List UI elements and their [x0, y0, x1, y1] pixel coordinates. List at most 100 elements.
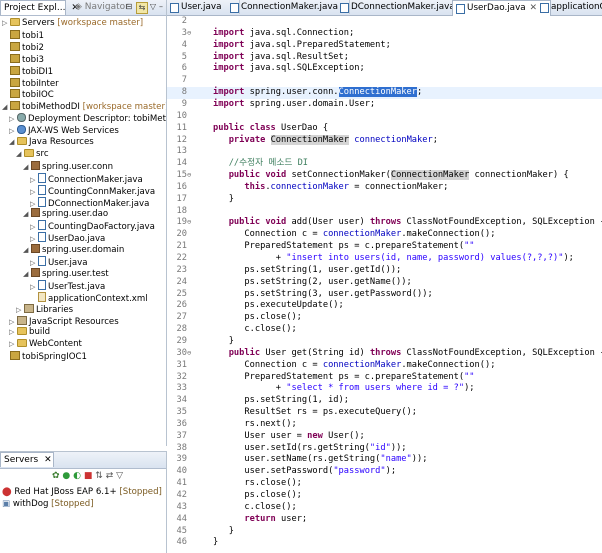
tree-item[interactable]: ◢ tobiMethodDI [workspace master]: [2, 101, 166, 113]
code-line[interactable]: 36 rs.next();: [167, 419, 602, 431]
code-line[interactable]: 27 ps.close();: [167, 312, 602, 324]
code-line[interactable]: 24 ps.setString(2, user.getName());: [167, 277, 602, 289]
code-line[interactable]: 26 ps.executeUpdate();: [167, 300, 602, 312]
code-line[interactable]: 16 this.connectionMaker = connectionMake…: [167, 182, 602, 194]
code-line[interactable]: 44 return user;: [167, 514, 602, 526]
code-line[interactable]: 32 PreparedStatement ps = c.prepareState…: [167, 372, 602, 384]
code-line[interactable]: 35 ResultSet rs = ps.executeQuery();: [167, 407, 602, 419]
tree-item[interactable]: ▷ CountingConnMaker.java: [30, 184, 155, 197]
tree-item[interactable]: ▷ CountingDaoFactory.java: [30, 220, 155, 232]
tree-item[interactable]: ▷ Libraries: [16, 303, 73, 316]
code-line[interactable]: 8 import spring.user.conn.ConnectionMaker…: [167, 87, 602, 99]
code-line[interactable]: 18: [167, 206, 602, 218]
view-menu-icon[interactable]: ▽: [116, 471, 123, 481]
tree-item[interactable]: ▷ DConnectionMaker.java: [30, 196, 149, 209]
tree-item[interactable]: applicationContext.xml: [30, 291, 148, 304]
fold-toggle-icon[interactable]: ⊖: [187, 28, 197, 40]
server-item[interactable]: ▣ withDog [Stopped]: [2, 498, 94, 510]
code-line[interactable]: 10: [167, 111, 602, 123]
code-line[interactable]: 12 private ConnectionMaker connectionMak…: [167, 134, 602, 147]
code-line[interactable]: 39 user.setName(rs.getString("name"));: [167, 454, 602, 466]
close-icon[interactable]: ✕: [44, 455, 52, 465]
code-line[interactable]: 9 import spring.user.domain.User;: [167, 99, 602, 111]
code-line[interactable]: 30 ⊖ public User get(String id) throws Cl…: [167, 348, 602, 360]
minimize-icon[interactable]: –: [156, 2, 166, 12]
collapsed-arrow-icon[interactable]: ▷: [2, 18, 10, 29]
expanded-arrow-icon[interactable]: ◢: [23, 245, 31, 256]
server-item[interactable]: ⬤ Red Hat JBoss EAP 6.1+ [Stopped]: [2, 486, 162, 498]
fold-toggle-icon[interactable]: ⊖: [187, 348, 197, 360]
tree-item[interactable]: ▷ WebContent: [9, 339, 82, 350]
tree-item[interactable]: ◢ Java Resources: [9, 137, 94, 148]
tree-item[interactable]: tobi2: [2, 41, 44, 53]
debug-icon[interactable]: ✿: [52, 471, 60, 481]
code-line[interactable]: 23 ps.setString(1, user.getId());: [167, 265, 602, 277]
tab-navigator[interactable]: ◈ Navigator: [72, 0, 129, 14]
code-line[interactable]: 29 }: [167, 336, 602, 348]
tree-item[interactable]: tobi3: [2, 53, 44, 65]
code-line[interactable]: 19 ⊖ public void add(User user) throws Cl…: [167, 217, 602, 229]
code-line[interactable]: 6 import java.sql.SQLException;: [167, 63, 602, 75]
disconnect-icon[interactable]: ⇄: [106, 471, 114, 481]
tree-item[interactable]: ◢ spring.user.dao: [23, 208, 108, 219]
code-line[interactable]: 28 c.close();: [167, 324, 602, 336]
close-icon[interactable]: ✕: [530, 3, 537, 13]
editor-tab[interactable]: DConnectionMaker.java: [337, 0, 465, 14]
code-line[interactable]: 21 PreparedStatement ps = c.prepareState…: [167, 241, 602, 253]
expanded-arrow-icon[interactable]: ◢: [23, 162, 31, 173]
code-line[interactable]: 40 user.setPassword("password");: [167, 466, 602, 478]
tree-item[interactable]: tobiIOC: [2, 89, 54, 100]
code-line[interactable]: 3 ⊖ import java.sql.Connection;: [167, 28, 602, 40]
collapsed-arrow-icon[interactable]: ▷: [9, 327, 17, 338]
collapsed-arrow-icon[interactable]: ▷: [9, 126, 17, 137]
tree-item[interactable]: ▷ UserTest.java: [30, 279, 105, 292]
tab-project-explorer[interactable]: Project Expl... ✕: [0, 0, 79, 15]
tree-item[interactable]: ▷ JAX-WS Web Services: [9, 125, 119, 136]
code-line[interactable]: 34 ps.setString(1, id);: [167, 395, 602, 407]
tree-item[interactable]: ▷ Servers [workspace master]: [2, 18, 143, 29]
collapsed-arrow-icon[interactable]: ▷: [16, 305, 24, 316]
editor-tab[interactable]: ConnectionMaker.java: [227, 0, 350, 14]
code-line[interactable]: 2: [167, 16, 602, 28]
code-line[interactable]: 42 ps.close();: [167, 490, 602, 502]
tree-item[interactable]: tobi1: [2, 29, 44, 41]
code-line[interactable]: 22 + "insert into users(id, name, passwo…: [167, 253, 602, 265]
code-line[interactable]: 20 Connection c = connectionMaker.makeCo…: [167, 229, 602, 241]
tree-item[interactable]: ▷ ConnectionMaker.java: [30, 172, 143, 185]
code-editor[interactable]: User.java ConnectionMaker.java DConnection…: [167, 0, 602, 552]
code-line[interactable]: 15 ⊖ public void setConnectionMaker(Conne…: [167, 170, 602, 182]
expanded-arrow-icon[interactable]: ◢: [23, 209, 31, 220]
start-icon[interactable]: ●: [62, 471, 70, 481]
code-line[interactable]: 11 public class UserDao {: [167, 123, 602, 135]
tree-item[interactable]: tobiDI1: [2, 65, 53, 77]
publish-icon[interactable]: ⇅: [95, 471, 103, 481]
code-line[interactable]: 45 }: [167, 526, 602, 538]
expanded-arrow-icon[interactable]: ◢: [9, 137, 17, 148]
tree-item[interactable]: ◢ spring.user.domain: [23, 244, 124, 255]
profile-icon[interactable]: ◐: [73, 471, 81, 481]
code-line[interactable]: 17 }: [167, 194, 602, 206]
code-area[interactable]: 2 3 ⊖ import java.sql.Connection; 4 import ja…: [167, 16, 602, 552]
expanded-arrow-icon[interactable]: ◢: [23, 269, 31, 280]
collapsed-arrow-icon[interactable]: ▷: [9, 339, 17, 350]
editor-tab[interactable]: applicationCor: [537, 0, 602, 14]
code-line[interactable]: 37 User user = new User();: [167, 431, 602, 443]
tab-servers[interactable]: Servers ✕: [0, 452, 54, 467]
tree-item[interactable]: ▷ Deployment Descriptor: tobiMethodI: [9, 113, 166, 125]
fold-toggle-icon[interactable]: ⊖: [187, 217, 197, 229]
code-line[interactable]: 4 import java.sql.PreparedStatement;: [167, 40, 602, 52]
code-line[interactable]: 25 ps.setString(3, user.getPassword());: [167, 289, 602, 301]
collapsed-arrow-icon[interactable]: ▷: [9, 114, 17, 125]
code-line[interactable]: 46}: [167, 537, 602, 549]
code-line[interactable]: 38 user.setId(rs.getString("id"));: [167, 443, 602, 455]
collapse-all-icon[interactable]: ⊟: [124, 2, 134, 12]
fold-toggle-icon[interactable]: ⊖: [187, 170, 197, 182]
code-line[interactable]: 31 Connection c = connectionMaker.makeCo…: [167, 360, 602, 372]
tree-item[interactable]: ◢ spring.user.test: [23, 267, 109, 280]
code-line[interactable]: 43 c.close();: [167, 502, 602, 514]
expanded-arrow-icon[interactable]: ◢: [2, 102, 10, 113]
code-line[interactable]: 33 + "select * from users where id = ?")…: [167, 383, 602, 395]
tree-item[interactable]: ◢ spring.user.conn: [23, 160, 113, 173]
tree-item[interactable]: ▷ User.java: [30, 256, 88, 268]
stop-icon[interactable]: ■: [84, 471, 93, 481]
